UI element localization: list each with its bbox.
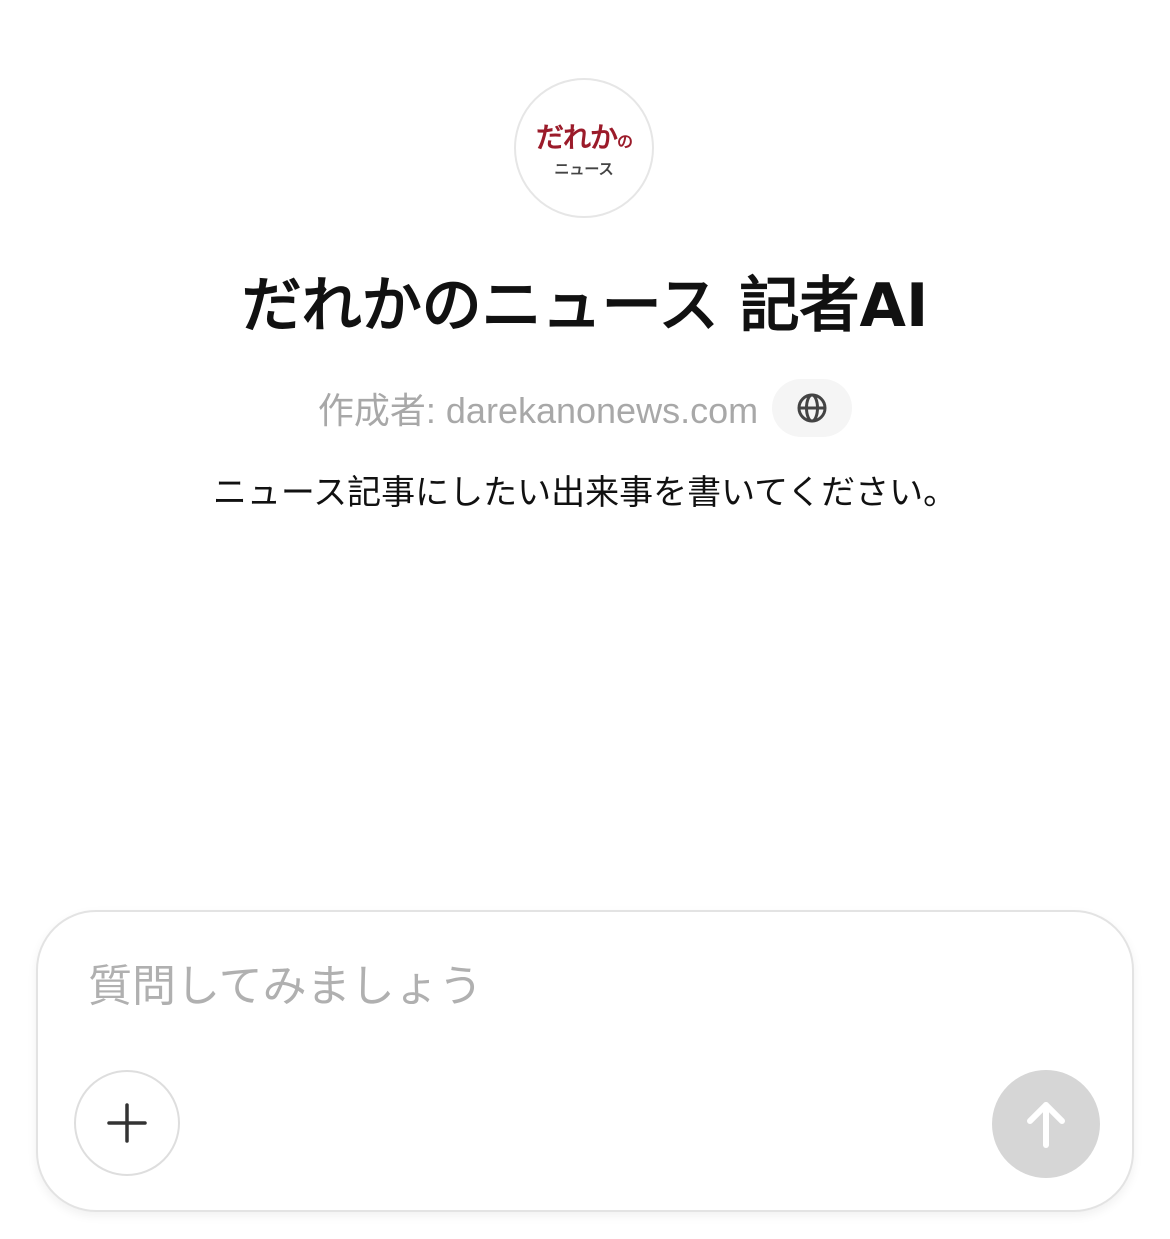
globe-icon: [797, 393, 827, 423]
author-label: 作成者: darekanonews.com: [317, 390, 759, 431]
message-composer: [36, 910, 1134, 1212]
attach-button[interactable]: [74, 1070, 180, 1176]
send-button[interactable]: [992, 1070, 1100, 1178]
gpt-logo: だれかの ニュース: [514, 78, 654, 218]
website-link-button[interactable]: [772, 379, 853, 437]
gpt-description: ニュース記事にしたい出来事を書いてください。: [212, 473, 958, 513]
author-row: 作成者: darekanonews.com: [0, 378, 1170, 438]
message-input[interactable]: [88, 956, 988, 1016]
gpt-landing-page: だれかの ニュース だれかのニュース 記者AI 作成者: darekanonew…: [0, 0, 1170, 1239]
logo-bottom-text: ニュース: [554, 160, 614, 178]
logo-top-text: だれかの: [535, 121, 633, 154]
arrow-up-icon: [1027, 1102, 1065, 1148]
gpt-title: だれかのニュース 記者AI: [241, 271, 929, 341]
plus-icon: [107, 1103, 147, 1143]
